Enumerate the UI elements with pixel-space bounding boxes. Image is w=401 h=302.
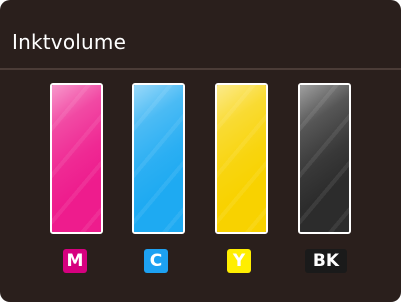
ink-label-magenta: M (63, 249, 87, 273)
ink-cartridge-black (298, 83, 351, 234)
ink-volume-screen: Inktvolume M C Y BK (0, 0, 401, 302)
ink-label-yellow: Y (227, 249, 251, 273)
ink-level-fill-yellow (217, 85, 266, 232)
ink-level-fill-cyan (134, 85, 183, 232)
ink-cartridge-cyan (132, 83, 185, 234)
page-title: Inktvolume (12, 30, 127, 54)
ink-label-black: BK (305, 249, 347, 273)
header-divider (0, 68, 401, 70)
ink-cartridge-yellow (215, 83, 268, 234)
ink-level-fill-black (300, 85, 349, 232)
ink-cartridge-magenta (50, 83, 103, 234)
ink-level-fill-magenta (52, 85, 101, 232)
ink-label-cyan: C (144, 249, 168, 273)
